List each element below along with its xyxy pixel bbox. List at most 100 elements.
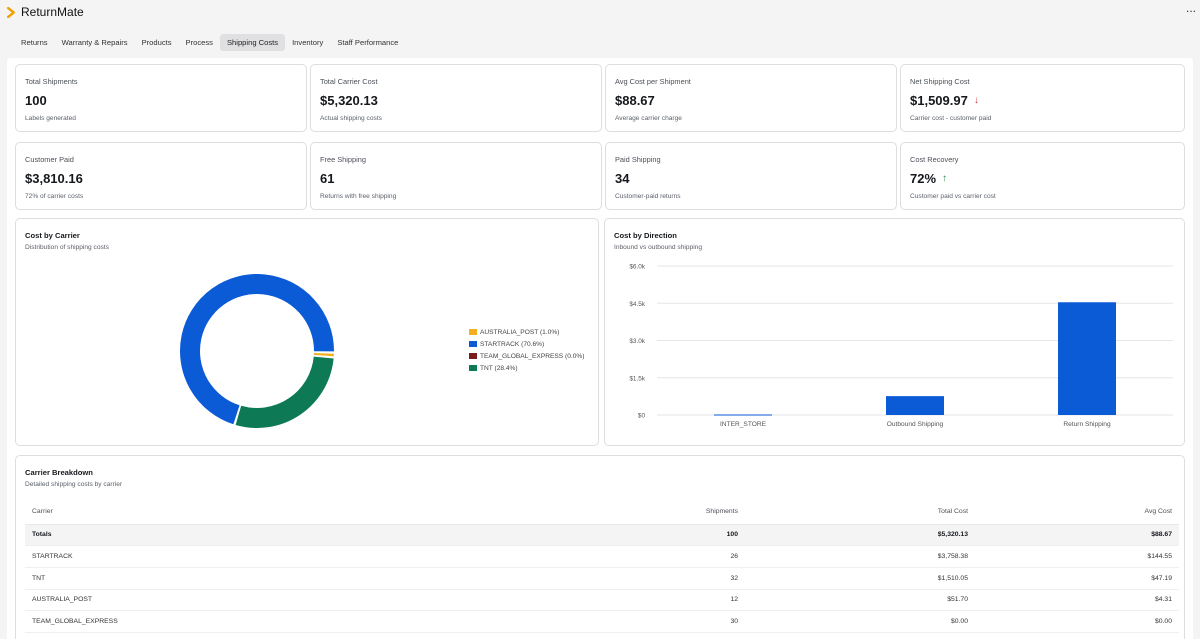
main-content: Total Shipments 100 Labels generated Total … (7, 58, 1193, 639)
tab-staff-performance[interactable]: Staff Performance (330, 34, 405, 51)
trend-down-icon: ↓ (973, 95, 979, 106)
y-tick-label: $1.5k (629, 375, 645, 382)
tab-process[interactable]: Process (179, 34, 220, 51)
tab-shipping-costs[interactable]: Shipping Costs (219, 34, 286, 51)
table-row: STARTRACK 26 $3,758.38 $144.55 (25, 545, 1179, 568)
y-tick-label: $3.0k (629, 338, 645, 345)
kpi-value-text: $3,810.16 (25, 171, 83, 186)
kpi-card: Total Carrier Cost $5,320.13 Actual shippi… (310, 64, 602, 132)
kpi-value-text: 34 (615, 171, 630, 186)
legend-swatch (469, 353, 477, 359)
kpi-card: Free Shipping 61 Returns with free shippin… (310, 142, 602, 210)
kpi-value-text: $88.67 (615, 93, 655, 108)
top-bar: ReturnMate ... Returns Warranty & Repairs… (0, 0, 1200, 56)
kpi-value: 72% ↑ (910, 171, 947, 186)
bar[interactable] (714, 414, 772, 416)
table-row: TEAM_GLOBAL_EXPRESS 30 $0.00 $0.00 (25, 610, 1179, 633)
table-row: TNT 32 $1,510.05 $47.19 (25, 567, 1179, 590)
panel-subtitle: Detailed shipping costs by carrier (25, 481, 123, 488)
kpi-subtext: Actual shipping costs (320, 115, 382, 122)
cell-total-cost: $51.70 (745, 589, 975, 612)
kpi-label: Total Carrier Cost (320, 77, 378, 86)
cell-total-cost: $3,758.38 (745, 545, 975, 568)
legend-label: TNT (28.4%) (480, 364, 518, 372)
legend-label: STARTRACK (70.6%) (480, 340, 545, 348)
kpi-value: 34 (615, 171, 629, 186)
kpi-value-text: 72% (910, 171, 937, 186)
y-tick-label: $6.0k (629, 264, 645, 271)
kpi-label: Cost Recovery (910, 155, 959, 164)
tab-returns[interactable]: Returns (14, 34, 55, 51)
legend-label: AUSTRALIA_POST (1.0%) (480, 328, 560, 336)
column-header-shipments[interactable]: Shipments (385, 500, 745, 525)
tab-bar: Returns Warranty & Repairs Products Process… (14, 34, 405, 51)
kpi-value: $1,509.97 ↓ (910, 93, 979, 108)
column-header-avg-cost[interactable]: Avg Cost (975, 500, 1179, 525)
kpi-subtext: Customer paid vs carrier cost (910, 193, 996, 200)
kpi-subtext: Average carrier charge (615, 115, 682, 122)
kpi-card: Paid Shipping 34 Customer-paid returns (605, 142, 897, 210)
cost-by-carrier-panel: Cost by Carrier Distribution of shipping… (15, 218, 599, 446)
donut-slice[interactable] (235, 356, 334, 428)
bar[interactable] (1058, 302, 1116, 415)
cell-avg-cost: $47.19 (975, 567, 1179, 590)
carrier-breakdown-table: Carrier Shipments Total Cost Avg Cost To… (25, 500, 1179, 633)
kpi-value: $5,320.13 (320, 93, 378, 108)
column-header-carrier[interactable]: Carrier (25, 500, 385, 525)
cell-shipments: 12 (385, 589, 745, 612)
legend-item[interactable]: STARTRACK (70.6%) (469, 338, 584, 350)
brand[interactable]: ReturnMate (6, 4, 84, 20)
y-tick-label: $0 (638, 413, 646, 420)
kpi-value: $88.67 (615, 93, 655, 108)
cell-avg-cost: $0.00 (975, 610, 1179, 633)
cell-avg-cost: $144.55 (975, 545, 1179, 568)
kpi-subtext: Returns with free shipping (320, 193, 397, 200)
legend-item[interactable]: TEAM_GLOBAL_EXPRESS (0.0%) (469, 350, 584, 362)
kpi-label: Paid Shipping (615, 155, 661, 164)
kpi-card: Customer Paid $3,810.16 72% of carrier cos… (15, 142, 307, 210)
x-tick-label: INTER_STORE (720, 421, 767, 428)
kpi-label: Total Shipments (25, 77, 78, 86)
kpi-card: Net Shipping Cost $1,509.97 ↓ Carrier cost … (900, 64, 1185, 132)
app-name: ReturnMate (21, 5, 84, 19)
bar[interactable] (886, 396, 944, 415)
cell-avg-cost: $4.31 (975, 589, 1179, 612)
kpi-value: $3,810.16 (25, 171, 83, 186)
cell-total-cost: $5,320.13 (745, 524, 975, 547)
cell-total-cost: $0.00 (745, 610, 975, 633)
cell-carrier: AUSTRALIA_POST (25, 589, 385, 612)
kpi-value-text: $1,509.97 (910, 93, 968, 108)
legend-item[interactable]: AUSTRALIA_POST (1.0%) (469, 326, 584, 338)
kpi-value-text: $5,320.13 (320, 93, 378, 108)
tab-products[interactable]: Products (135, 34, 179, 51)
more-menu-icon[interactable]: ... (1186, 1, 1196, 15)
cell-carrier: TNT (25, 567, 385, 590)
y-tick-label: $4.5k (629, 301, 645, 308)
table-row: AUSTRALIA_POST 12 $51.70 $4.31 (25, 589, 1179, 612)
carrier-breakdown-panel: Carrier Breakdown Detailed shipping cost… (15, 455, 1185, 639)
kpi-label: Avg Cost per Shipment (615, 77, 691, 86)
kpi-value: 61 (320, 171, 334, 186)
kpi-value: 100 (25, 93, 47, 108)
kpi-subtext: Labels generated (25, 115, 76, 122)
kpi-label: Customer Paid (25, 155, 74, 164)
legend-swatch (469, 329, 477, 335)
tab-warranty-repairs[interactable]: Warranty & Repairs (55, 34, 135, 51)
kpi-card: Total Shipments 100 Labels generated (15, 64, 307, 132)
kpi-value-text: 100 (25, 93, 47, 108)
cell-avg-cost: $88.67 (975, 524, 1179, 547)
cell-shipments: 30 (385, 610, 745, 633)
legend-item[interactable]: TNT (28.4%) (469, 362, 584, 374)
kpi-value-text: 61 (320, 171, 335, 186)
column-header-total-cost[interactable]: Total Cost (745, 500, 975, 525)
tab-inventory[interactable]: Inventory (285, 34, 330, 51)
cell-shipments: 32 (385, 567, 745, 590)
totals-row: Totals 100 $5,320.13 $88.67 (25, 524, 1179, 547)
legend-swatch (469, 365, 477, 371)
kpi-subtext: 72% of carrier costs (25, 193, 84, 200)
direction-bar-chart: $0 $1.5k $3.0k $4.5k $6.0k INTER_STORE Outboun… (629, 264, 1173, 428)
table-header-row: Carrier Shipments Total Cost Avg Cost (25, 500, 1179, 525)
kpi-subtext: Carrier cost - customer paid (910, 115, 992, 122)
kpi-label: Free Shipping (320, 155, 367, 164)
kpi-card: Cost Recovery 72% ↑ Customer paid vs carrie… (900, 142, 1185, 210)
